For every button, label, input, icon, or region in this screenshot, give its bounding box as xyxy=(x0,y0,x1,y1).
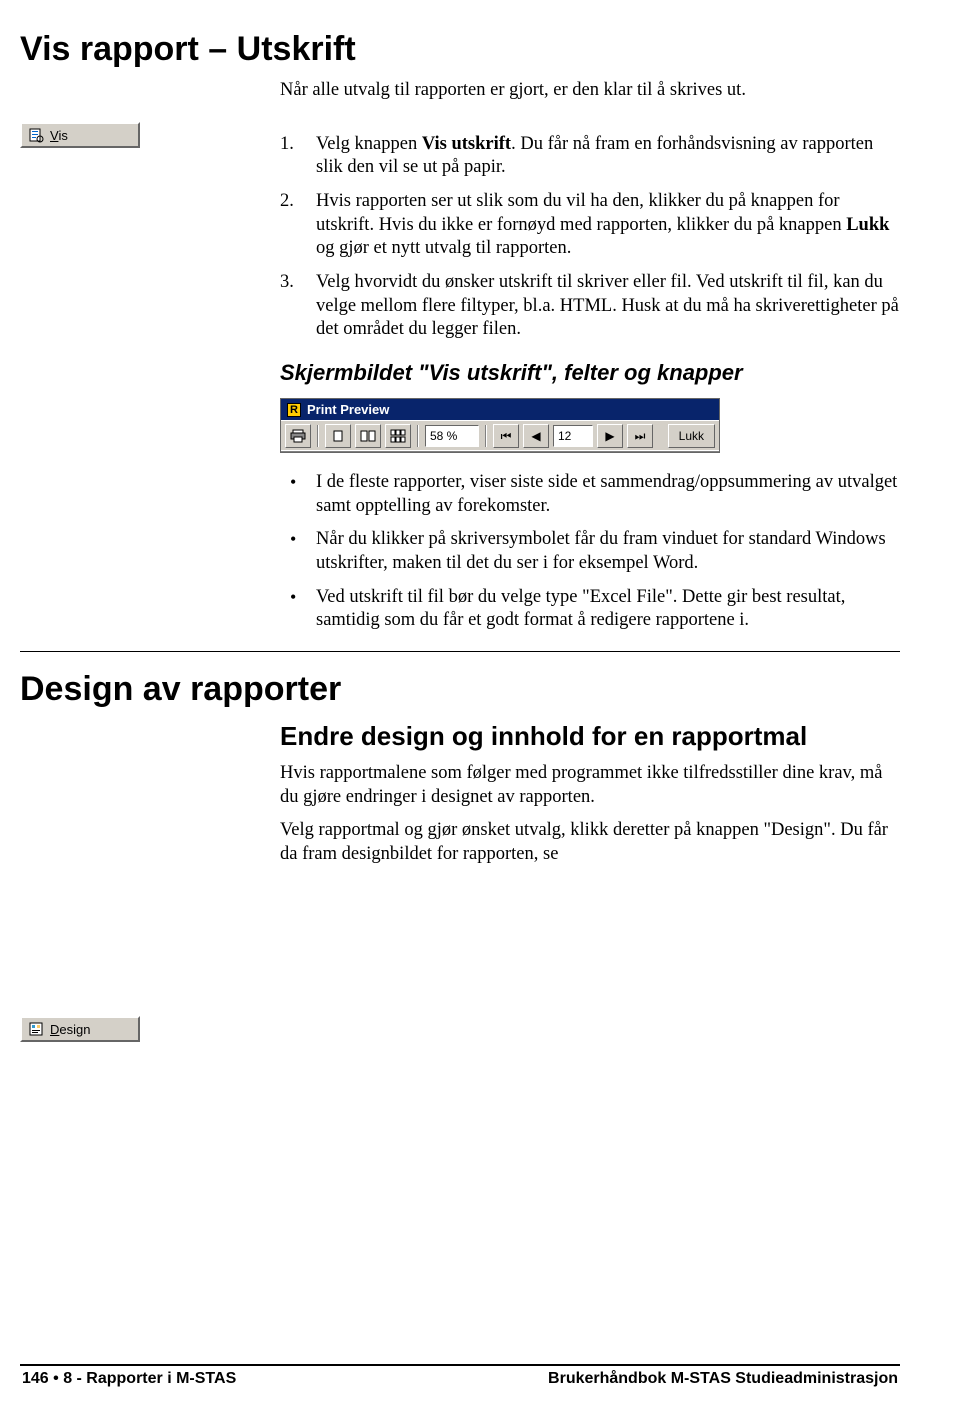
next-page-button[interactable]: ▶ xyxy=(597,424,623,448)
zoom-two-page-button[interactable] xyxy=(355,424,381,448)
first-icon: ⏮ xyxy=(501,429,512,444)
page-footer: 146 • 8 - Rapporter i M-STAS Brukerhåndb… xyxy=(20,1364,900,1388)
step-2: Hvis rapporten ser ut slik som du vil ha… xyxy=(280,190,900,261)
section-title-design: Design av rapporter xyxy=(20,670,900,709)
bullet-3: Ved utskrift til fil bør du velge type "… xyxy=(280,586,900,633)
footer-left: 146 • 8 - Rapporter i M-STAS xyxy=(22,1370,236,1388)
vis-button[interactable]: Vis xyxy=(20,122,140,148)
first-page-button[interactable]: ⏮ xyxy=(493,424,519,448)
page-field[interactable]: 12 xyxy=(553,425,593,447)
step-3: Velg hvorvidt du ønsker utskrift til skr… xyxy=(280,271,900,342)
step-1: Velg knappen Vis utskrift. Du får nå fra… xyxy=(280,133,900,180)
printer-icon xyxy=(290,429,306,443)
subsection-title-design: Endre design og innhold for en rapportma… xyxy=(280,721,900,752)
print-button[interactable] xyxy=(285,424,311,448)
design-button-label: Design xyxy=(50,1022,90,1037)
prev-icon: ◀ xyxy=(531,429,540,444)
page-multi-icon xyxy=(390,429,406,443)
design-paragraph-2: Velg rapportmal og gjør ønsket utvalg, k… xyxy=(280,819,900,866)
design-icon xyxy=(28,1021,44,1037)
close-preview-button[interactable]: Lukk xyxy=(668,424,715,448)
section-divider xyxy=(20,651,900,652)
next-icon: ▶ xyxy=(605,429,614,444)
design-paragraph-1: Hvis rapportmalene som følger med progra… xyxy=(280,762,900,809)
page-title: Vis rapport – Utskrift xyxy=(20,30,900,69)
print-preview-titlebar: R Print Preview xyxy=(281,399,719,420)
page-double-icon xyxy=(360,429,376,443)
bullet-2: Når du klikker på skriversymbolet får du… xyxy=(280,528,900,575)
print-preview-window: R Print Preview 58 % ⏮ ◀ 12 ▶ ⏭ xyxy=(280,398,720,453)
last-page-button[interactable]: ⏭ xyxy=(627,424,653,448)
bullet-1: I de fleste rapporter, viser siste side … xyxy=(280,471,900,518)
vis-button-label: Vis xyxy=(50,128,68,143)
footer-right: Brukerhåndbok M-STAS Studieadministrasjo… xyxy=(548,1370,898,1388)
prev-page-button[interactable]: ◀ xyxy=(523,424,549,448)
report-icon xyxy=(28,127,44,143)
app-icon: R xyxy=(287,403,301,417)
intro-paragraph: Når alle utvalg til rapporten er gjort, … xyxy=(280,79,900,103)
page-single-icon xyxy=(331,429,345,443)
zoom-single-page-button[interactable] xyxy=(325,424,351,448)
print-preview-toolbar: 58 % ⏮ ◀ 12 ▶ ⏭ Lukk xyxy=(281,420,719,452)
design-button[interactable]: Design xyxy=(20,1016,140,1042)
print-preview-title: Print Preview xyxy=(307,402,389,417)
zoom-field[interactable]: 58 % xyxy=(425,425,479,447)
last-icon: ⏭ xyxy=(635,429,646,444)
subsection-title: Skjermbildet "Vis utskrift", felter og k… xyxy=(280,360,900,386)
zoom-multi-page-button[interactable] xyxy=(385,424,411,448)
